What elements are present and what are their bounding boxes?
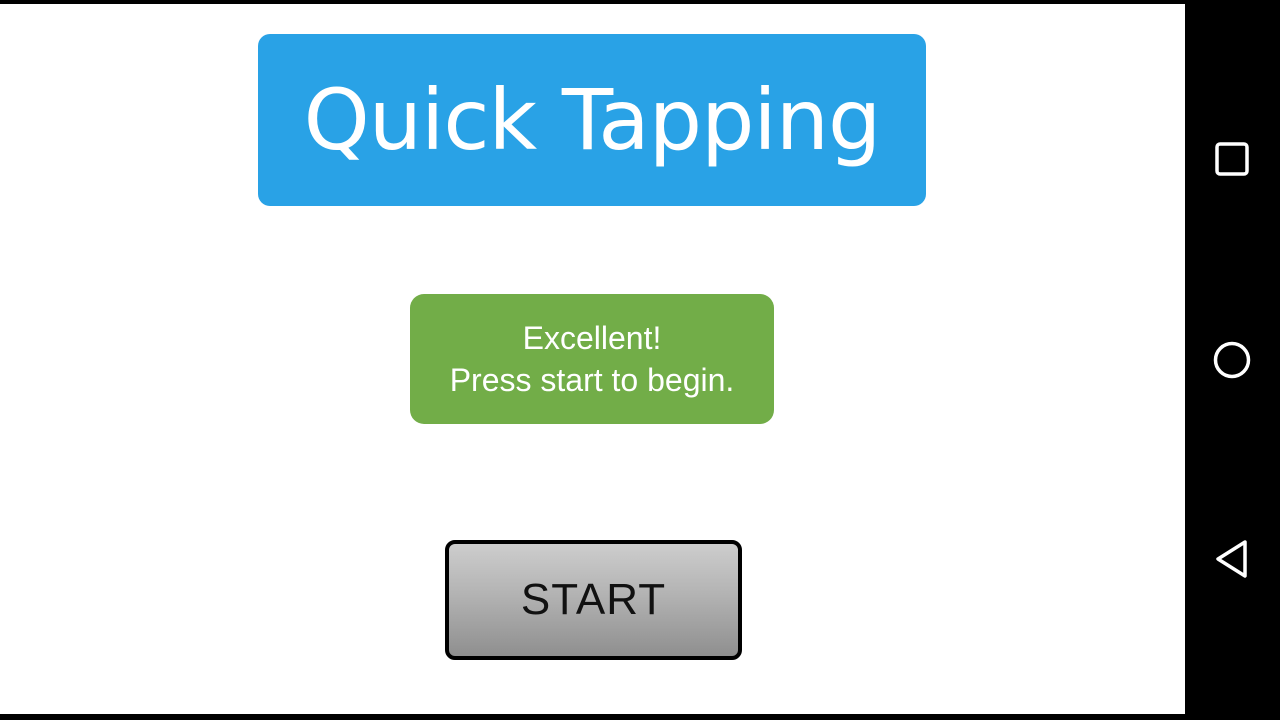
status-message-box: Excellent! Press start to begin. — [410, 294, 774, 424]
start-button[interactable]: START — [445, 540, 742, 660]
back-icon — [1216, 540, 1247, 578]
navigation-bar — [1185, 0, 1280, 720]
status-line-1: Excellent! — [522, 320, 662, 356]
home-icon — [1213, 341, 1251, 379]
device-screen: Quick Tapping Excellent! Press start to … — [0, 0, 1280, 720]
app-content: Quick Tapping Excellent! Press start to … — [0, 4, 1185, 714]
status-line-2: Press start to begin. — [449, 362, 735, 398]
app-title: Quick Tapping — [303, 71, 882, 169]
recents-icon — [1215, 142, 1249, 176]
back-button[interactable] — [1207, 534, 1257, 584]
home-button[interactable] — [1207, 335, 1257, 385]
start-button-label: START — [520, 575, 667, 624]
title-banner: Quick Tapping — [258, 34, 926, 206]
recents-button[interactable] — [1207, 134, 1257, 184]
